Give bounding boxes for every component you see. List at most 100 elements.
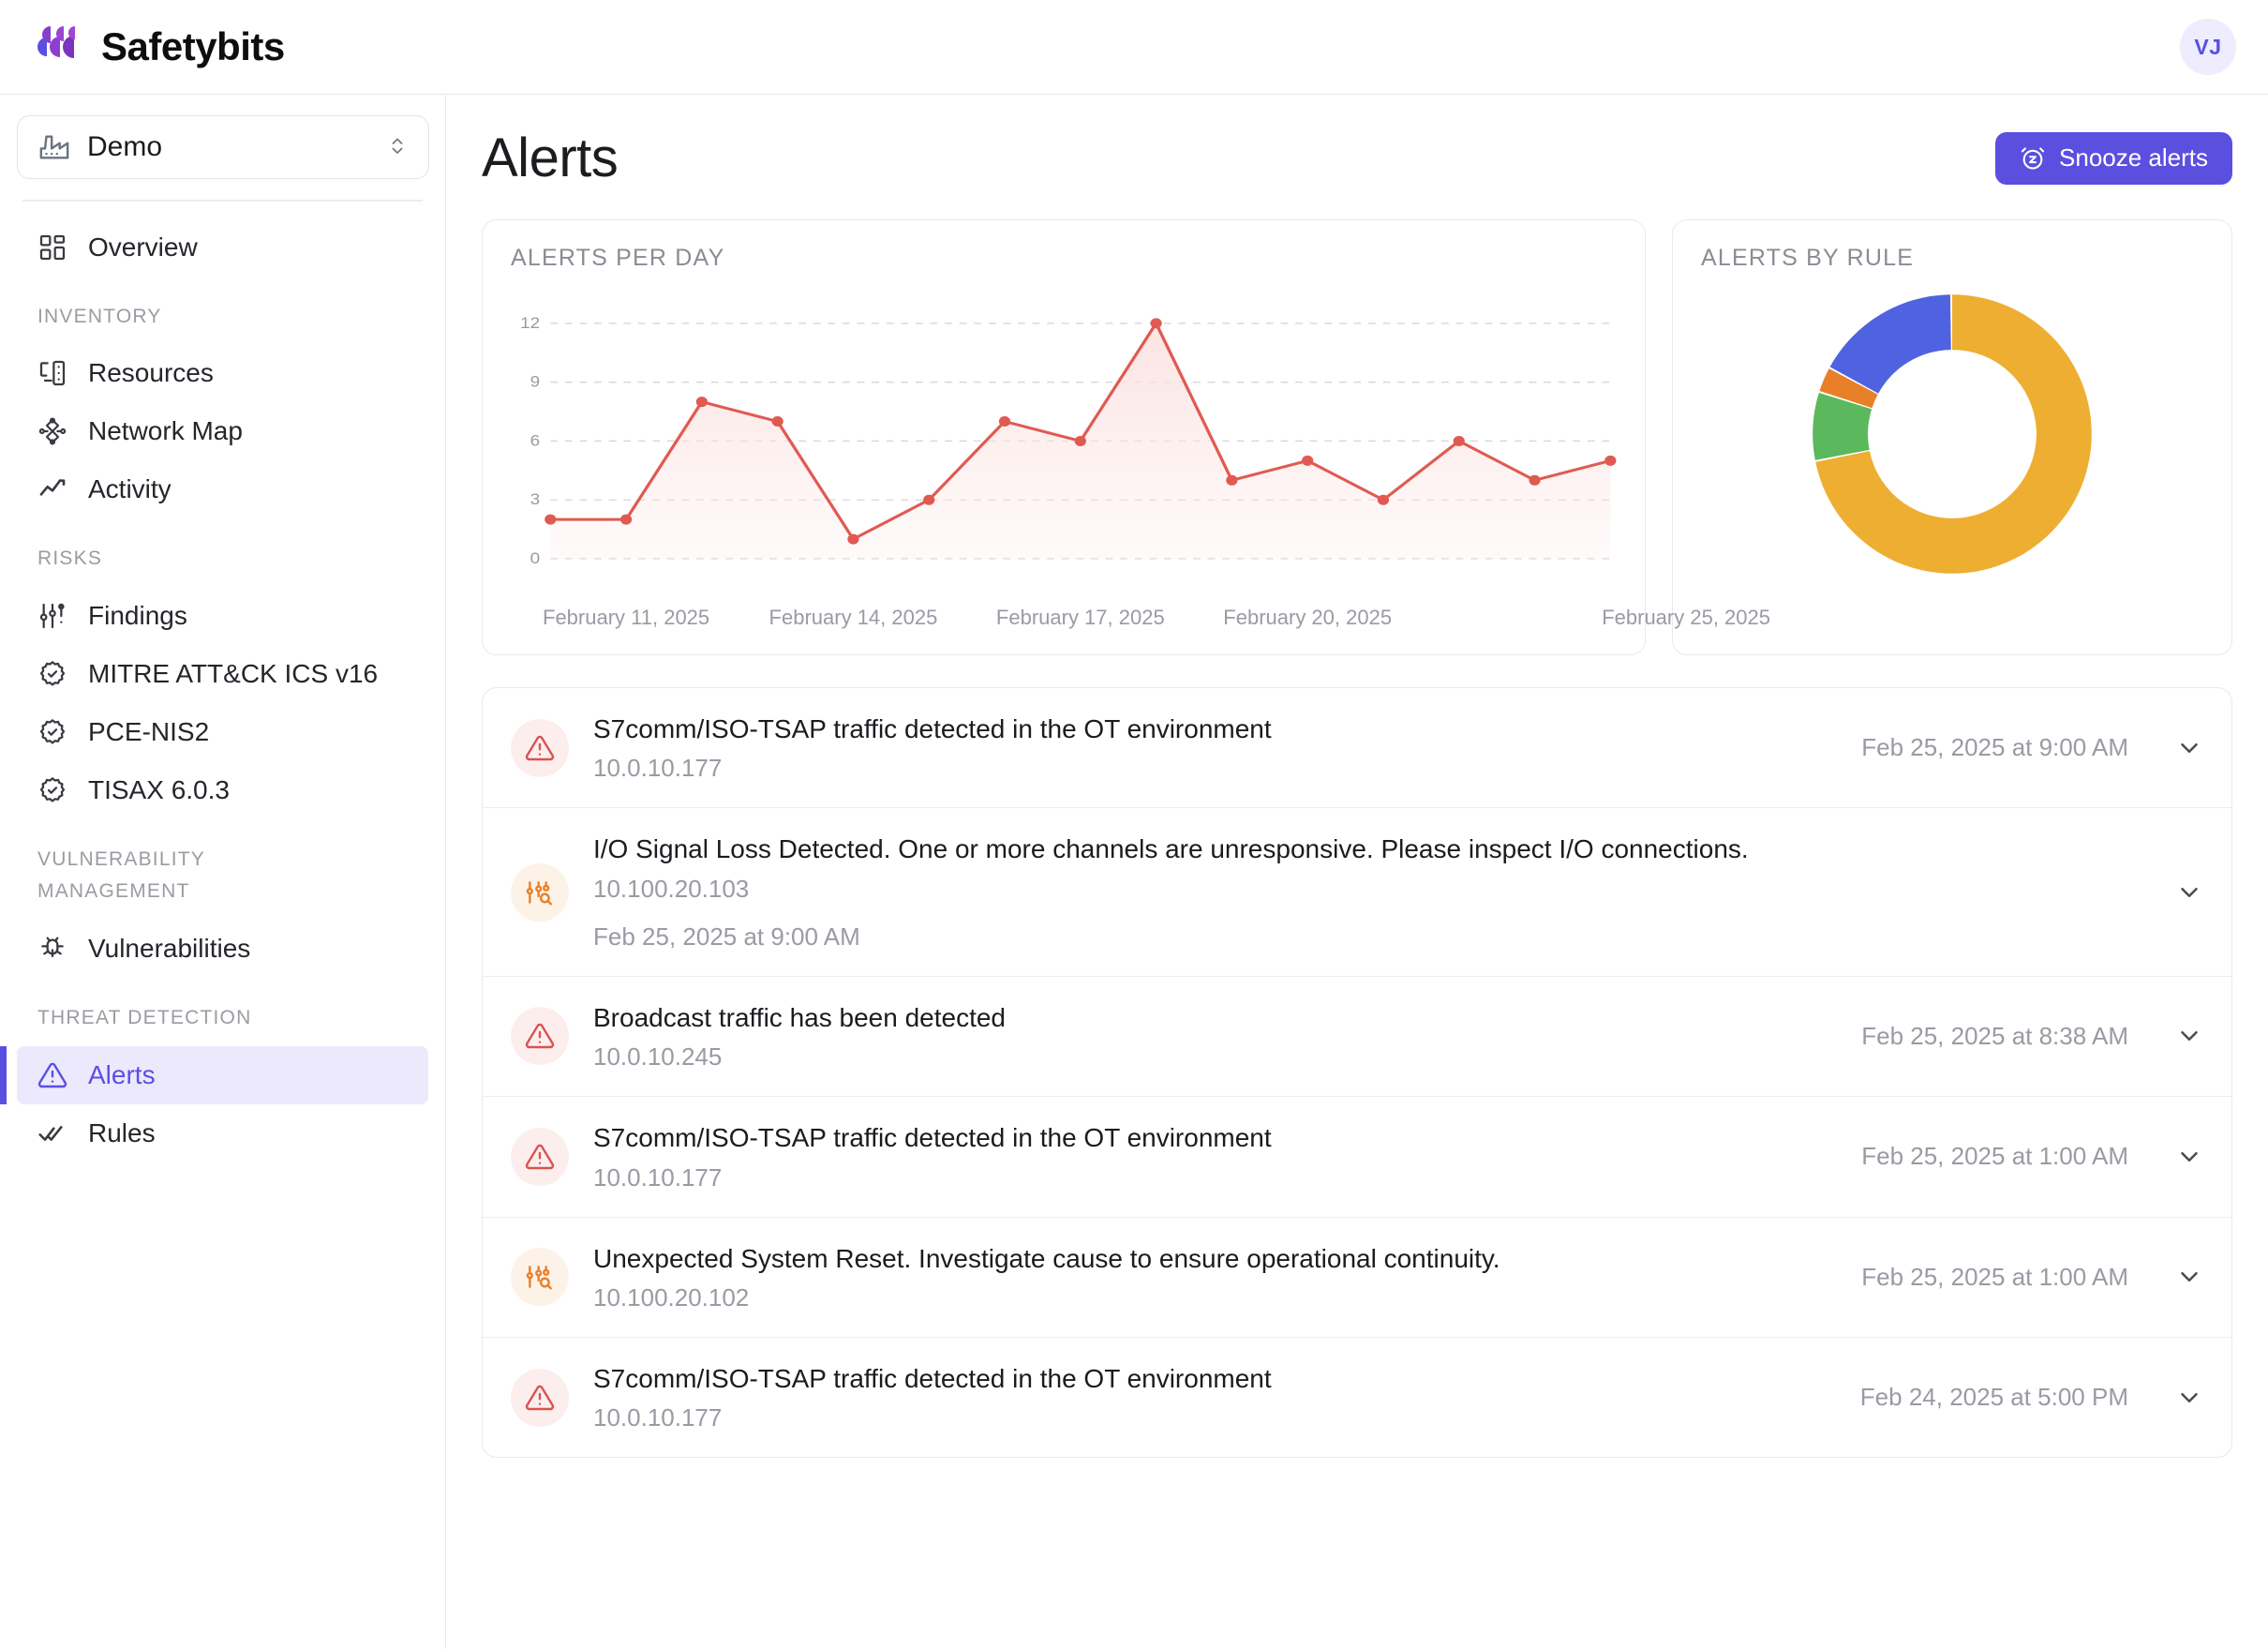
sidebar-item-findings[interactable]: Findings bbox=[17, 587, 428, 645]
alert-row[interactable]: S7comm/ISO-TSAP traffic detected in the … bbox=[483, 1097, 2231, 1218]
sidebar-item-alerts[interactable]: Alerts bbox=[0, 1045, 428, 1104]
top-bar: Safetybits VJ bbox=[0, 0, 2268, 95]
sidebar-item-label: TISAX 6.0.3 bbox=[88, 774, 230, 804]
sliders-search-icon bbox=[511, 1248, 569, 1307]
alert-timestamp: Feb 25, 2025 at 9:00 AM bbox=[593, 922, 860, 951]
sidebar-item-network-map[interactable]: Network Map bbox=[17, 402, 428, 460]
svg-text:6: 6 bbox=[530, 431, 541, 449]
svg-text:3: 3 bbox=[530, 490, 541, 508]
network-map-icon bbox=[37, 416, 67, 446]
triangle-alert-icon bbox=[511, 1007, 569, 1066]
sidebar-item-rules[interactable]: Rules bbox=[17, 1104, 428, 1162]
sidebar-item-vulnerabilities[interactable]: Vulnerabilities bbox=[17, 920, 428, 978]
chevron-down-icon[interactable] bbox=[2175, 1263, 2203, 1291]
sliders-search-icon bbox=[511, 862, 569, 922]
donut-slice[interactable] bbox=[1829, 294, 1951, 394]
alert-source-ip: 10.0.10.177 bbox=[593, 1403, 723, 1432]
alert-body: Broadcast traffic has been detected 10.0.… bbox=[593, 1001, 1818, 1072]
sidebar-item-pce-nis2[interactable]: PCE-NIS2 bbox=[17, 703, 428, 761]
server-icon bbox=[37, 358, 67, 388]
alert-row[interactable]: S7comm/ISO-TSAP traffic detected in the … bbox=[483, 1338, 2231, 1457]
badge-check-icon bbox=[37, 717, 67, 747]
alert-timestamp: Feb 24, 2025 at 5:00 PM bbox=[1859, 1383, 2128, 1412]
line-chart-x-axis: February 11, 2025 February 14, 2025 Februa… bbox=[511, 606, 1770, 634]
alert-title: S7comm/ISO-TSAP traffic detected in the … bbox=[593, 1363, 1272, 1393]
sidebar-item-resources[interactable]: Resources bbox=[17, 344, 428, 402]
org-name: Demo bbox=[87, 131, 163, 162]
badge-check-icon bbox=[37, 775, 67, 805]
alert-source-ip: 10.0.10.245 bbox=[593, 1042, 723, 1072]
alerts-by-rule-card: ALERTS BY RULE bbox=[1672, 219, 2232, 655]
chevron-down-icon[interactable] bbox=[2175, 1022, 2203, 1050]
org-selector[interactable]: Demo bbox=[17, 115, 429, 179]
alerts-list: S7comm/ISO-TSAP traffic detected in the … bbox=[482, 687, 2232, 1459]
line-chart-svg: 0 3 6 9 12 bbox=[520, 314, 1617, 567]
alert-title: S7comm/ISO-TSAP traffic detected in the … bbox=[593, 714, 1272, 743]
alert-title: S7comm/ISO-TSAP traffic detected in the … bbox=[593, 1123, 1272, 1153]
page-title: Alerts bbox=[482, 127, 619, 188]
alert-timestamp: Feb 25, 2025 at 9:00 AM bbox=[1861, 733, 2128, 762]
sidebar-item-label: MITRE ATT&CK ICS v16 bbox=[88, 658, 379, 688]
alerts-per-day-card: ALERTS PER DAY 0 3 6 9 12 February 11, 2025 F… bbox=[482, 219, 1770, 655]
x-axis-tick-label: February 11, 2025 bbox=[543, 606, 710, 629]
main-content: Alerts Snooze alerts ALERTS PER DAY 0 3 6 9… bbox=[446, 95, 2268, 1649]
chevron-down-icon[interactable] bbox=[2175, 1143, 2203, 1171]
alert-timestamp: Feb 25, 2025 at 1:00 AM bbox=[1861, 1262, 2128, 1291]
triangle-alert-icon bbox=[511, 1127, 569, 1186]
sidebar-item-tisax[interactable]: TISAX 6.0.3 bbox=[17, 761, 428, 819]
sidebar-item-label: Resources bbox=[88, 358, 214, 388]
sidebar-section-risks: RISKS bbox=[37, 547, 103, 570]
alert-body: S7comm/ISO-TSAP traffic detected in the … bbox=[593, 1121, 1818, 1192]
alert-row[interactable]: S7comm/ISO-TSAP traffic detected in the … bbox=[483, 688, 2231, 809]
svg-text:9: 9 bbox=[530, 373, 541, 391]
chevron-up-down-icon[interactable] bbox=[387, 133, 408, 161]
badge-check-icon bbox=[37, 659, 67, 689]
alerts-by-rule-chart bbox=[1701, 279, 2203, 589]
factory-icon bbox=[38, 131, 70, 163]
sidebar: Demo Overview INVENTORY Resources Networ… bbox=[0, 95, 446, 1649]
alert-body: I/O Signal Loss Detected. One or more ch… bbox=[593, 832, 2128, 951]
chevron-down-icon[interactable] bbox=[2175, 1384, 2203, 1412]
alert-title: Broadcast traffic has been detected bbox=[593, 1002, 1006, 1032]
alert-source-ip: 10.0.10.177 bbox=[593, 754, 723, 783]
safetybits-logo-icon bbox=[32, 23, 82, 70]
svg-text:12: 12 bbox=[520, 314, 540, 332]
sliders-alert-icon bbox=[37, 601, 67, 631]
alerts-by-rule-title: ALERTS BY RULE bbox=[1701, 245, 1915, 271]
chevron-down-icon[interactable] bbox=[2175, 878, 2203, 907]
alert-body: S7comm/ISO-TSAP traffic detected in the … bbox=[593, 712, 1818, 783]
avatar[interactable]: VJ bbox=[2180, 19, 2236, 75]
x-axis-tick-label: February 25, 2025 bbox=[1602, 606, 1770, 629]
snooze-alerts-label: Snooze alerts bbox=[2059, 143, 2208, 172]
svg-text:0: 0 bbox=[530, 549, 541, 567]
snooze-alerts-button[interactable]: Snooze alerts bbox=[1995, 131, 2232, 185]
alert-source-ip: 10.0.10.177 bbox=[593, 1162, 723, 1192]
sidebar-item-mitre-attck-ics[interactable]: MITRE ATT&CK ICS v16 bbox=[17, 645, 428, 703]
triangle-alert-icon bbox=[511, 718, 569, 777]
double-check-icon bbox=[37, 1118, 67, 1148]
triangle-alert-icon bbox=[511, 1368, 569, 1427]
alert-row[interactable]: I/O Signal Loss Detected. One or more ch… bbox=[483, 808, 2231, 977]
sidebar-item-label: Overview bbox=[88, 232, 198, 262]
activity-line-icon bbox=[37, 474, 67, 504]
sidebar-item-label: Network Map bbox=[88, 416, 243, 446]
x-axis-tick-label: February 17, 2025 bbox=[995, 606, 1165, 629]
sidebar-item-label: Vulnerabilities bbox=[88, 934, 251, 964]
alert-timestamp: Feb 25, 2025 at 1:00 AM bbox=[1861, 1142, 2128, 1171]
layout-dashboard-icon bbox=[37, 232, 67, 262]
sidebar-item-overview[interactable]: Overview bbox=[17, 218, 428, 277]
brand-name: Safetybits bbox=[101, 24, 285, 68]
brand[interactable]: Safetybits bbox=[32, 23, 285, 70]
alert-source-ip: 10.100.20.102 bbox=[593, 1282, 750, 1312]
sidebar-item-label: Activity bbox=[88, 474, 172, 504]
sidebar-section-threat-detection: THREAT DETECTION bbox=[37, 1007, 252, 1029]
alert-row[interactable]: Unexpected System Reset. Investigate cau… bbox=[483, 1218, 2231, 1338]
alert-body: S7comm/ISO-TSAP traffic detected in the … bbox=[593, 1362, 1817, 1432]
sidebar-item-label: Findings bbox=[88, 600, 187, 630]
alarm-snooze-icon bbox=[2020, 145, 2046, 172]
sidebar-item-activity[interactable]: Activity bbox=[17, 460, 428, 518]
sidebar-item-label: Rules bbox=[88, 1117, 156, 1147]
chevron-down-icon[interactable] bbox=[2175, 734, 2203, 762]
triangle-alert-icon bbox=[37, 1060, 67, 1090]
alert-row[interactable]: Broadcast traffic has been detected 10.0.… bbox=[483, 977, 2231, 1098]
